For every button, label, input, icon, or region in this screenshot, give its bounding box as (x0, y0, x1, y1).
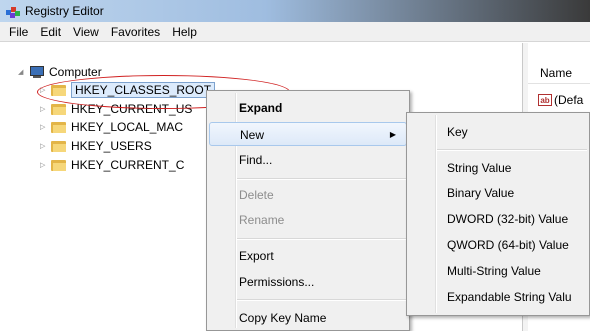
tree-item-hkey-users[interactable]: ▷ HKEY_USERS (40, 137, 152, 155)
menu-help[interactable]: Help (167, 25, 204, 39)
menu-item-label: New (240, 128, 265, 142)
value-name: (Defa (554, 93, 584, 107)
string-value-icon: ab (538, 94, 552, 106)
expand-arrow-icon[interactable]: ▷ (40, 142, 48, 150)
submenu-item-key[interactable]: Key (407, 120, 589, 144)
registry-cubes-icon (6, 4, 20, 18)
menu-item-permissions[interactable]: Permissions... (207, 270, 409, 294)
tree-item-label: HKEY_LOCAL_MAC (71, 120, 184, 134)
tree-item-hkey-local-machine[interactable]: ▷ HKEY_LOCAL_MAC (40, 118, 183, 136)
computer-icon (29, 65, 44, 79)
menu-favorites[interactable]: Favorites (106, 25, 167, 39)
tree-item-label: HKEY_CURRENT_C (71, 158, 185, 172)
submenu-item-multi-string-value[interactable]: Multi-String Value (407, 259, 589, 283)
folder-icon (51, 121, 66, 133)
menu-edit[interactable]: Edit (35, 25, 68, 39)
new-submenu: Key String Value Binary Value DWORD (32-… (406, 112, 590, 316)
expand-arrow-icon[interactable]: ▷ (40, 105, 48, 113)
folder-icon (51, 159, 66, 171)
expand-arrow-icon[interactable]: ▷ (40, 161, 48, 169)
menu-item-copy-key-name[interactable]: Copy Key Name (207, 306, 409, 330)
menu-view[interactable]: View (68, 25, 106, 39)
menu-item-export[interactable]: Export (207, 244, 409, 268)
menu-item-expand[interactable]: Expand (207, 96, 409, 120)
folder-icon (51, 140, 66, 152)
menu-item-find[interactable]: Find... (207, 148, 409, 172)
menu-item-new[interactable]: New ▶ (209, 122, 407, 146)
submenu-item-string-value[interactable]: String Value (407, 156, 589, 180)
menu-item-rename[interactable]: Rename (207, 208, 409, 232)
collapse-arrow-icon[interactable]: ◢ (18, 68, 26, 76)
submenu-item-qword-value[interactable]: QWORD (64-bit) Value (407, 233, 589, 257)
menu-file[interactable]: File (4, 25, 35, 39)
window-title: Registry Editor (25, 4, 104, 18)
submenu-item-expandable-string-value[interactable]: Expandable String Valu (407, 285, 589, 309)
submenu-item-dword-value[interactable]: DWORD (32-bit) Value (407, 207, 589, 231)
expand-arrow-icon[interactable]: ▷ (40, 123, 48, 131)
chevron-right-icon: ▶ (389, 130, 396, 139)
menu-item-delete[interactable]: Delete (207, 183, 409, 207)
folder-icon (51, 103, 66, 115)
tree-item-hkey-current-config[interactable]: ▷ HKEY_CURRENT_C (40, 156, 184, 174)
column-header-name[interactable]: Name (528, 60, 590, 84)
context-menu: Expand New ▶ Find... Delete Rename Expor… (206, 90, 410, 331)
value-row-default[interactable]: ab (Defa (538, 93, 583, 107)
title-bar[interactable]: Registry Editor (0, 0, 590, 22)
submenu-item-binary-value[interactable]: Binary Value (407, 181, 589, 205)
tree-item-label: HKEY_USERS (71, 139, 152, 153)
menu-bar: File Edit View Favorites Help (0, 22, 590, 42)
